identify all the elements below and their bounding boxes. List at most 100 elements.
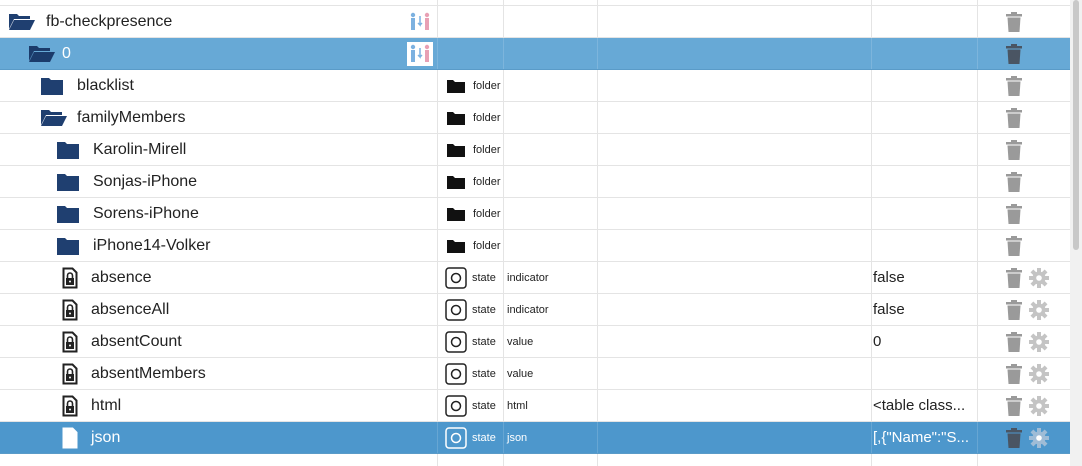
folder-open-icon[interactable] [8, 6, 36, 37]
gear-icon[interactable] [1029, 358, 1049, 389]
tree-row[interactable] [0, 454, 1070, 466]
object-name: Sonjas-iPhone [93, 172, 198, 190]
tree-row[interactable]: Sonjas-iPhone folder [0, 166, 1070, 198]
gear-icon[interactable] [1029, 390, 1049, 421]
state-circle-icon [445, 262, 467, 293]
tree-row[interactable]: absentCount state value 0 [0, 326, 1070, 358]
column-divider [871, 390, 872, 421]
trash-icon[interactable] [1006, 70, 1022, 101]
object-value[interactable]: false [873, 294, 973, 325]
folder-icon[interactable] [56, 134, 80, 165]
vertical-scrollbar[interactable] [1070, 0, 1082, 466]
column-divider [503, 294, 504, 325]
column-divider [437, 70, 438, 101]
folder-open-icon[interactable] [28, 38, 56, 69]
tree-row[interactable]: fb-checkpresence [0, 6, 1070, 38]
object-value[interactable]: 0 [873, 326, 973, 357]
column-divider [437, 294, 438, 325]
enum-badge-icon[interactable] [407, 6, 433, 37]
object-name: iPhone14-Volker [93, 236, 211, 254]
object-role: indicator [507, 303, 549, 316]
tree-row[interactable]: iPhone14-Volker folder [0, 230, 1070, 262]
enum-badge-icon[interactable] [407, 38, 433, 69]
trash-icon[interactable] [1006, 6, 1022, 37]
tree-row[interactable]: Sorens-iPhone folder [0, 198, 1070, 230]
trash-icon[interactable] [1006, 422, 1022, 453]
tree-row[interactable]: blacklist folder [0, 70, 1070, 102]
column-divider [871, 198, 872, 229]
object-name: absentMembers [91, 364, 206, 382]
column-divider [597, 70, 598, 101]
column-divider [437, 38, 438, 69]
folder-icon[interactable] [56, 166, 80, 197]
black-folder-icon [446, 230, 466, 261]
folder-icon[interactable] [40, 70, 64, 101]
object-role: html [507, 399, 528, 412]
column-divider [437, 262, 438, 293]
column-divider [977, 454, 978, 466]
gear-icon[interactable] [1029, 262, 1049, 293]
object-type: folder [473, 111, 501, 124]
trash-icon[interactable] [1006, 358, 1022, 389]
column-divider [503, 102, 504, 133]
object-value[interactable]: <table class... [873, 390, 973, 421]
trash-icon[interactable] [1006, 262, 1022, 293]
object-value[interactable]: [,{"Name":"S... [873, 422, 973, 453]
object-type: state [472, 399, 496, 412]
column-divider [871, 102, 872, 133]
object-name: Karolin-Mirell [93, 140, 187, 158]
column-divider [597, 38, 598, 69]
column-divider [871, 326, 872, 357]
object-type: folder [473, 207, 501, 220]
lock-file-icon[interactable] [62, 294, 78, 325]
tree-row[interactable]: json state json [,{"Name":"S... [0, 422, 1070, 454]
trash-icon[interactable] [1006, 294, 1022, 325]
trash-icon[interactable] [1006, 198, 1022, 229]
object-type: folder [473, 79, 501, 92]
lock-file-icon[interactable] [62, 422, 78, 453]
lock-file-icon[interactable] [62, 358, 78, 389]
trash-icon[interactable] [1006, 326, 1022, 357]
column-divider [871, 38, 872, 69]
scrollbar-thumb[interactable] [1073, 0, 1079, 250]
tree-row[interactable]: html state html <table class... [0, 390, 1070, 422]
object-tree: fb-checkpresence 0 blacklist folder familyMe… [0, 0, 1070, 466]
trash-icon[interactable] [1006, 390, 1022, 421]
column-divider [437, 454, 438, 466]
tree-row[interactable]: 0 [0, 38, 1070, 70]
lock-file-icon[interactable] [62, 390, 78, 421]
column-divider [503, 6, 504, 37]
column-divider [437, 358, 438, 389]
column-divider [437, 134, 438, 165]
folder-icon[interactable] [56, 230, 80, 261]
trash-icon[interactable] [1006, 230, 1022, 261]
tree-row[interactable]: absence state indicator false [0, 262, 1070, 294]
trash-icon[interactable] [1006, 102, 1022, 133]
folder-icon[interactable] [56, 198, 80, 229]
column-divider [503, 326, 504, 357]
trash-icon[interactable] [1006, 38, 1022, 69]
lock-file-icon[interactable] [62, 326, 78, 357]
column-divider [503, 390, 504, 421]
object-name: blacklist [77, 76, 134, 94]
folder-open-icon[interactable] [40, 102, 68, 133]
gear-icon[interactable] [1029, 422, 1049, 453]
object-name: json [91, 428, 121, 446]
state-circle-icon [445, 390, 467, 421]
column-divider [597, 358, 598, 389]
object-value[interactable]: false [873, 262, 973, 293]
lock-file-icon[interactable] [62, 262, 78, 293]
object-role: json [507, 431, 528, 444]
tree-row[interactable]: absenceAll state indicator false [0, 294, 1070, 326]
object-role: indicator [507, 271, 549, 284]
gear-icon[interactable] [1029, 294, 1049, 325]
trash-icon[interactable] [1006, 134, 1022, 165]
tree-row[interactable]: Karolin-Mirell folder [0, 134, 1070, 166]
tree-row[interactable]: familyMembers folder [0, 102, 1070, 134]
tree-row[interactable] [0, 0, 1070, 6]
column-divider [977, 38, 978, 69]
tree-row[interactable]: absentMembers state value [0, 358, 1070, 390]
column-divider [597, 166, 598, 197]
trash-icon[interactable] [1006, 166, 1022, 197]
gear-icon[interactable] [1029, 326, 1049, 357]
